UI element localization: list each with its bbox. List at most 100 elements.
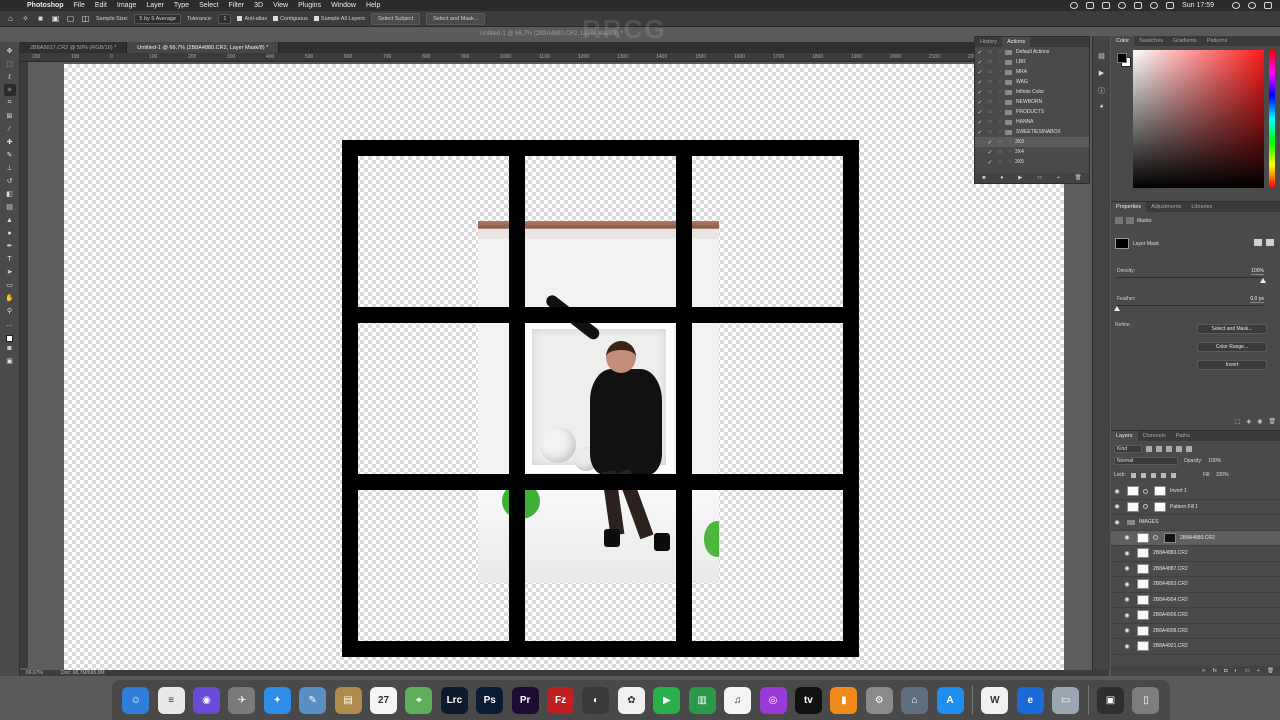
dialog-toggle-icon[interactable]: ▭ xyxy=(985,89,995,95)
actions-panel-icon[interactable]: ▶ xyxy=(1097,69,1106,78)
magic-wand-icon[interactable]: ✧ xyxy=(21,14,30,23)
filter-kind-dropdown[interactable]: Kind xyxy=(1114,445,1142,453)
action-item[interactable]: ✓ ▭ › NEWBORN xyxy=(975,97,1089,107)
action-item[interactable]: ✓ ▭ › 3X5 xyxy=(975,157,1089,167)
tab-document-2[interactable]: Untitled-1 @ 66,7% (2B8A4880.CR2, Layer … xyxy=(127,42,280,53)
lock-pixels-icon[interactable] xyxy=(1130,472,1136,478)
crop-tool-icon[interactable]: ⌗ xyxy=(4,97,16,109)
check-icon[interactable]: ✓ xyxy=(975,119,985,126)
quick-mask-icon[interactable]: ◙ xyxy=(4,342,16,354)
doc-size[interactable]: Doc: 68,7M/665,0M xyxy=(61,670,105,676)
path-selection-icon[interactable]: ➤ xyxy=(4,266,16,278)
action-item[interactable]: ✓ ▭ › Infinite Color xyxy=(975,87,1089,97)
menu-type[interactable]: Type xyxy=(174,2,189,9)
new-layer-icon[interactable]: + xyxy=(1257,668,1260,674)
document-canvas[interactable] xyxy=(64,64,1064,670)
dock-app-icon[interactable]: ⌂ xyxy=(901,686,929,714)
density-slider[interactable] xyxy=(1117,277,1263,278)
dock-app-icon[interactable]: ✎ xyxy=(299,686,327,714)
adjustment-panel-icon[interactable]: ◕ xyxy=(1097,103,1106,112)
dialog-toggle-icon[interactable]: ▭ xyxy=(985,109,995,115)
search-icon[interactable] xyxy=(1232,2,1240,9)
delete-icon[interactable]: 🗑 xyxy=(1075,175,1082,181)
action-item[interactable]: ✓ ▭ › PRODUCTS xyxy=(975,107,1089,117)
dialog-toggle-icon[interactable]: ▭ xyxy=(985,119,995,125)
visibility-eye-icon[interactable]: ◉ xyxy=(1111,519,1123,526)
menu-filter[interactable]: Filter xyxy=(229,2,245,9)
tab-history[interactable]: History xyxy=(975,39,1002,45)
visibility-eye-icon[interactable]: ◉ xyxy=(1121,581,1133,588)
blur-tool-icon[interactable]: ▲ xyxy=(4,214,16,226)
feather-slider[interactable] xyxy=(1117,305,1263,306)
dock-app-icon[interactable]: ▥ xyxy=(688,686,716,714)
keyboard-icon[interactable] xyxy=(1166,2,1175,9)
density-value[interactable]: 100% xyxy=(1251,268,1264,275)
tab-libraries[interactable]: Libraries xyxy=(1186,202,1217,212)
tab-patterns[interactable]: Patterns xyxy=(1202,36,1232,46)
select-subject-button[interactable]: Select Subject xyxy=(370,12,421,25)
dock-app-icon[interactable]: W xyxy=(981,686,1009,714)
visibility-eye-icon[interactable]: ◉ xyxy=(1121,643,1133,650)
expand-icon[interactable]: › xyxy=(1005,149,1015,155)
healing-tool-icon[interactable]: ✚ xyxy=(4,136,16,148)
add-selection-icon[interactable]: ▣ xyxy=(51,14,60,23)
dialog-toggle-icon[interactable]: ▭ xyxy=(995,139,1005,145)
invert-button[interactable]: Invert xyxy=(1197,360,1267,370)
dialog-toggle-icon[interactable]: ▭ xyxy=(995,159,1005,165)
expand-icon[interactable]: › xyxy=(995,49,1005,55)
brush-tool-icon[interactable]: ✎ xyxy=(4,149,16,161)
feather-value[interactable]: 0,0 px xyxy=(1250,296,1264,303)
stop-icon[interactable]: ■ xyxy=(982,175,985,181)
zoom-level[interactable]: 66,67% xyxy=(26,670,43,676)
menu-layer[interactable]: Layer xyxy=(146,2,164,9)
layer-row[interactable]: ◉ IMAGES xyxy=(1111,515,1280,531)
menu-app-name[interactable]: Photoshop xyxy=(27,2,64,9)
visibility-eye-icon[interactable]: ◉ xyxy=(1121,627,1133,634)
more-tools-icon[interactable]: … xyxy=(4,318,16,330)
color-range-button[interactable]: Color Range... xyxy=(1197,342,1267,352)
dock-app-icon[interactable]: ⚙ xyxy=(865,686,893,714)
intersect-selection-icon[interactable]: ◫ xyxy=(81,14,90,23)
control-center-icon[interactable] xyxy=(1264,2,1272,9)
dock-app-icon[interactable]: Pr xyxy=(511,686,539,714)
visibility-eye-icon[interactable]: ◉ xyxy=(1121,612,1133,619)
add-vector-mask-icon[interactable] xyxy=(1266,239,1274,246)
info-panel-icon[interactable]: ⓘ xyxy=(1097,86,1106,95)
pasteboard[interactable] xyxy=(28,62,1109,670)
dock-app-icon[interactable]: 27 xyxy=(370,686,398,714)
layer-row[interactable]: ◉ Invert 1 xyxy=(1111,484,1280,500)
delete-mask-icon[interactable]: 🗑 xyxy=(1268,418,1276,425)
visibility-eye-icon[interactable]: ◉ xyxy=(1111,488,1123,495)
bluetooth-icon[interactable] xyxy=(1118,2,1127,9)
new-selection-icon[interactable]: ■ xyxy=(36,14,45,23)
dock-app-icon[interactable]: ✿ xyxy=(617,686,645,714)
tolerance-input[interactable]: 1 xyxy=(218,13,232,24)
foreground-color-swatch[interactable] xyxy=(1117,53,1127,63)
pen-tool-icon[interactable]: ✒ xyxy=(4,240,16,252)
new-set-icon[interactable]: ▭ xyxy=(1037,175,1042,181)
check-icon[interactable]: ✓ xyxy=(975,129,985,136)
menu-select[interactable]: Select xyxy=(199,2,218,9)
dock-app-icon[interactable]: ◎ xyxy=(759,686,787,714)
marquee-tool-icon[interactable]: ⬚ xyxy=(4,58,16,70)
blend-mode-dropdown[interactable]: Normal xyxy=(1114,457,1178,465)
play-icon[interactable]: ▶ xyxy=(1018,175,1022,181)
visibility-icon[interactable]: ◉ xyxy=(1257,418,1262,425)
load-selection-icon[interactable]: ⬚ xyxy=(1235,418,1241,425)
dialog-toggle-icon[interactable]: ▭ xyxy=(995,149,1005,155)
history-panel-icon[interactable]: ▤ xyxy=(1097,52,1106,61)
select-pixel-mask-icon[interactable] xyxy=(1254,239,1262,246)
fill-value[interactable]: 100% xyxy=(1216,472,1229,478)
sample-all-layers-checkbox[interactable]: Sample All Layers xyxy=(313,16,365,22)
dock-app-icon[interactable]: ◐ xyxy=(582,686,610,714)
tab-properties[interactable]: Properties xyxy=(1111,202,1147,212)
expand-icon[interactable]: › xyxy=(995,129,1005,135)
screen-mode-icon[interactable]: ▣ xyxy=(4,355,16,367)
dialog-toggle-icon[interactable]: ▭ xyxy=(985,69,995,75)
menu-plugins[interactable]: Plugins xyxy=(298,2,321,9)
check-icon[interactable]: ✓ xyxy=(985,139,995,146)
check-icon[interactable]: ✓ xyxy=(975,109,985,116)
expand-icon[interactable]: › xyxy=(995,69,1005,75)
tab-channels[interactable]: Channels xyxy=(1138,431,1171,441)
dock-app-icon[interactable]: ☺ xyxy=(122,686,150,714)
